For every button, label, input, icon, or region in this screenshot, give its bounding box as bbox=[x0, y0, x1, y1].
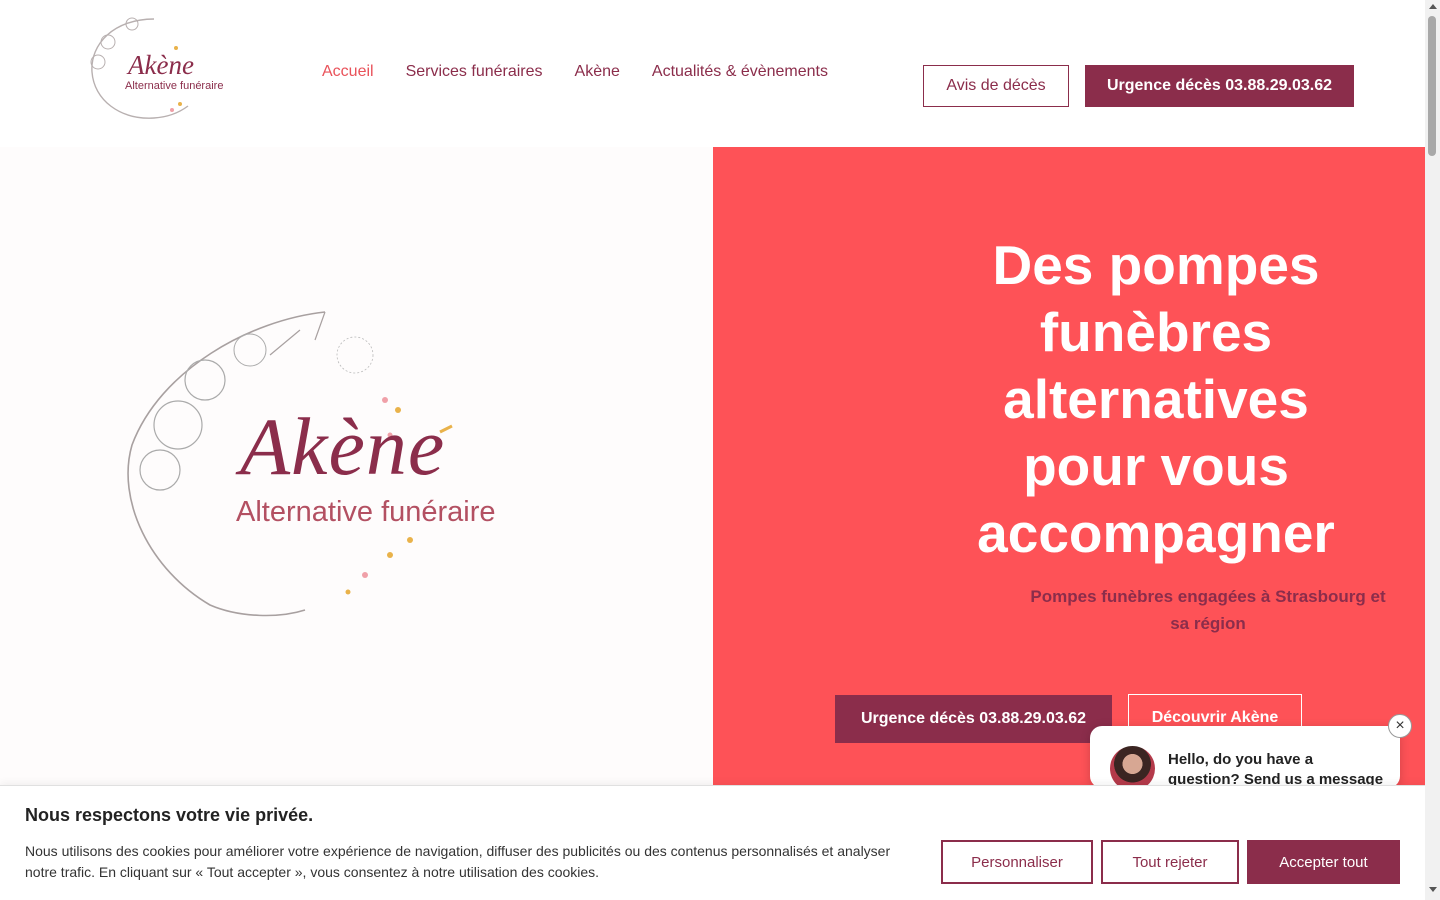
cookie-banner: Nous respectons votre vie privée. Nous u… bbox=[0, 785, 1425, 900]
header-logo[interactable]: Akène Alternative funéraire bbox=[84, 14, 228, 124]
cookie-text: Nous utilisons des cookies pour améliore… bbox=[25, 843, 891, 880]
logo-subtitle: Alternative funéraire bbox=[125, 80, 224, 92]
tout-rejeter-button[interactable]: Tout rejeter bbox=[1101, 840, 1239, 884]
chat-bubble[interactable]: Hello, do you have a question? Send us a… bbox=[1090, 726, 1400, 808]
nav-item-actualites[interactable]: Actualités & évènements bbox=[652, 62, 828, 82]
scrollbar[interactable] bbox=[1425, 0, 1440, 900]
site-header: Akène Alternative funéraire Accueil Serv… bbox=[0, 0, 1425, 147]
cookie-title: Nous respectons votre vie privée. bbox=[25, 805, 314, 825]
nav-item-akene[interactable]: Akène bbox=[575, 62, 620, 82]
scroll-up-icon[interactable] bbox=[1429, 4, 1437, 9]
hero-logo: Akène Alternative funéraire bbox=[120, 300, 550, 630]
hero-logo-subtitle: Alternative funéraire bbox=[236, 496, 496, 528]
hero-subtitle: Pompes funèbres engagées à Strasbourg et… bbox=[1030, 587, 1386, 633]
hero-text-panel: Des pompes funèbres alternatives pour vo… bbox=[713, 147, 1425, 787]
scroll-thumb[interactable] bbox=[1428, 16, 1436, 156]
scroll-down-icon[interactable] bbox=[1429, 887, 1437, 892]
close-icon[interactable]: × bbox=[1388, 714, 1412, 738]
hero-title: Des pompes funèbres alternatives pour vo… bbox=[977, 234, 1335, 564]
personnaliser-button[interactable]: Personnaliser bbox=[941, 840, 1093, 884]
nav-item-accueil[interactable]: Accueil bbox=[322, 62, 374, 82]
logo-word: Akène bbox=[128, 50, 194, 80]
hero-logo-word: Akène bbox=[240, 401, 446, 492]
urgence-deces-header-button[interactable]: Urgence décès 03.88.29.03.62 bbox=[1085, 65, 1354, 107]
main-nav: Accueil Services funéraires Akène Actual… bbox=[322, 62, 828, 82]
nav-item-services-funeraires[interactable]: Services funéraires bbox=[406, 62, 543, 82]
accepter-tout-button[interactable]: Accepter tout bbox=[1247, 840, 1400, 884]
avis-de-deces-button[interactable]: Avis de décès bbox=[923, 65, 1069, 107]
urgence-deces-hero-button[interactable]: Urgence décès 03.88.29.03.62 bbox=[835, 695, 1112, 743]
